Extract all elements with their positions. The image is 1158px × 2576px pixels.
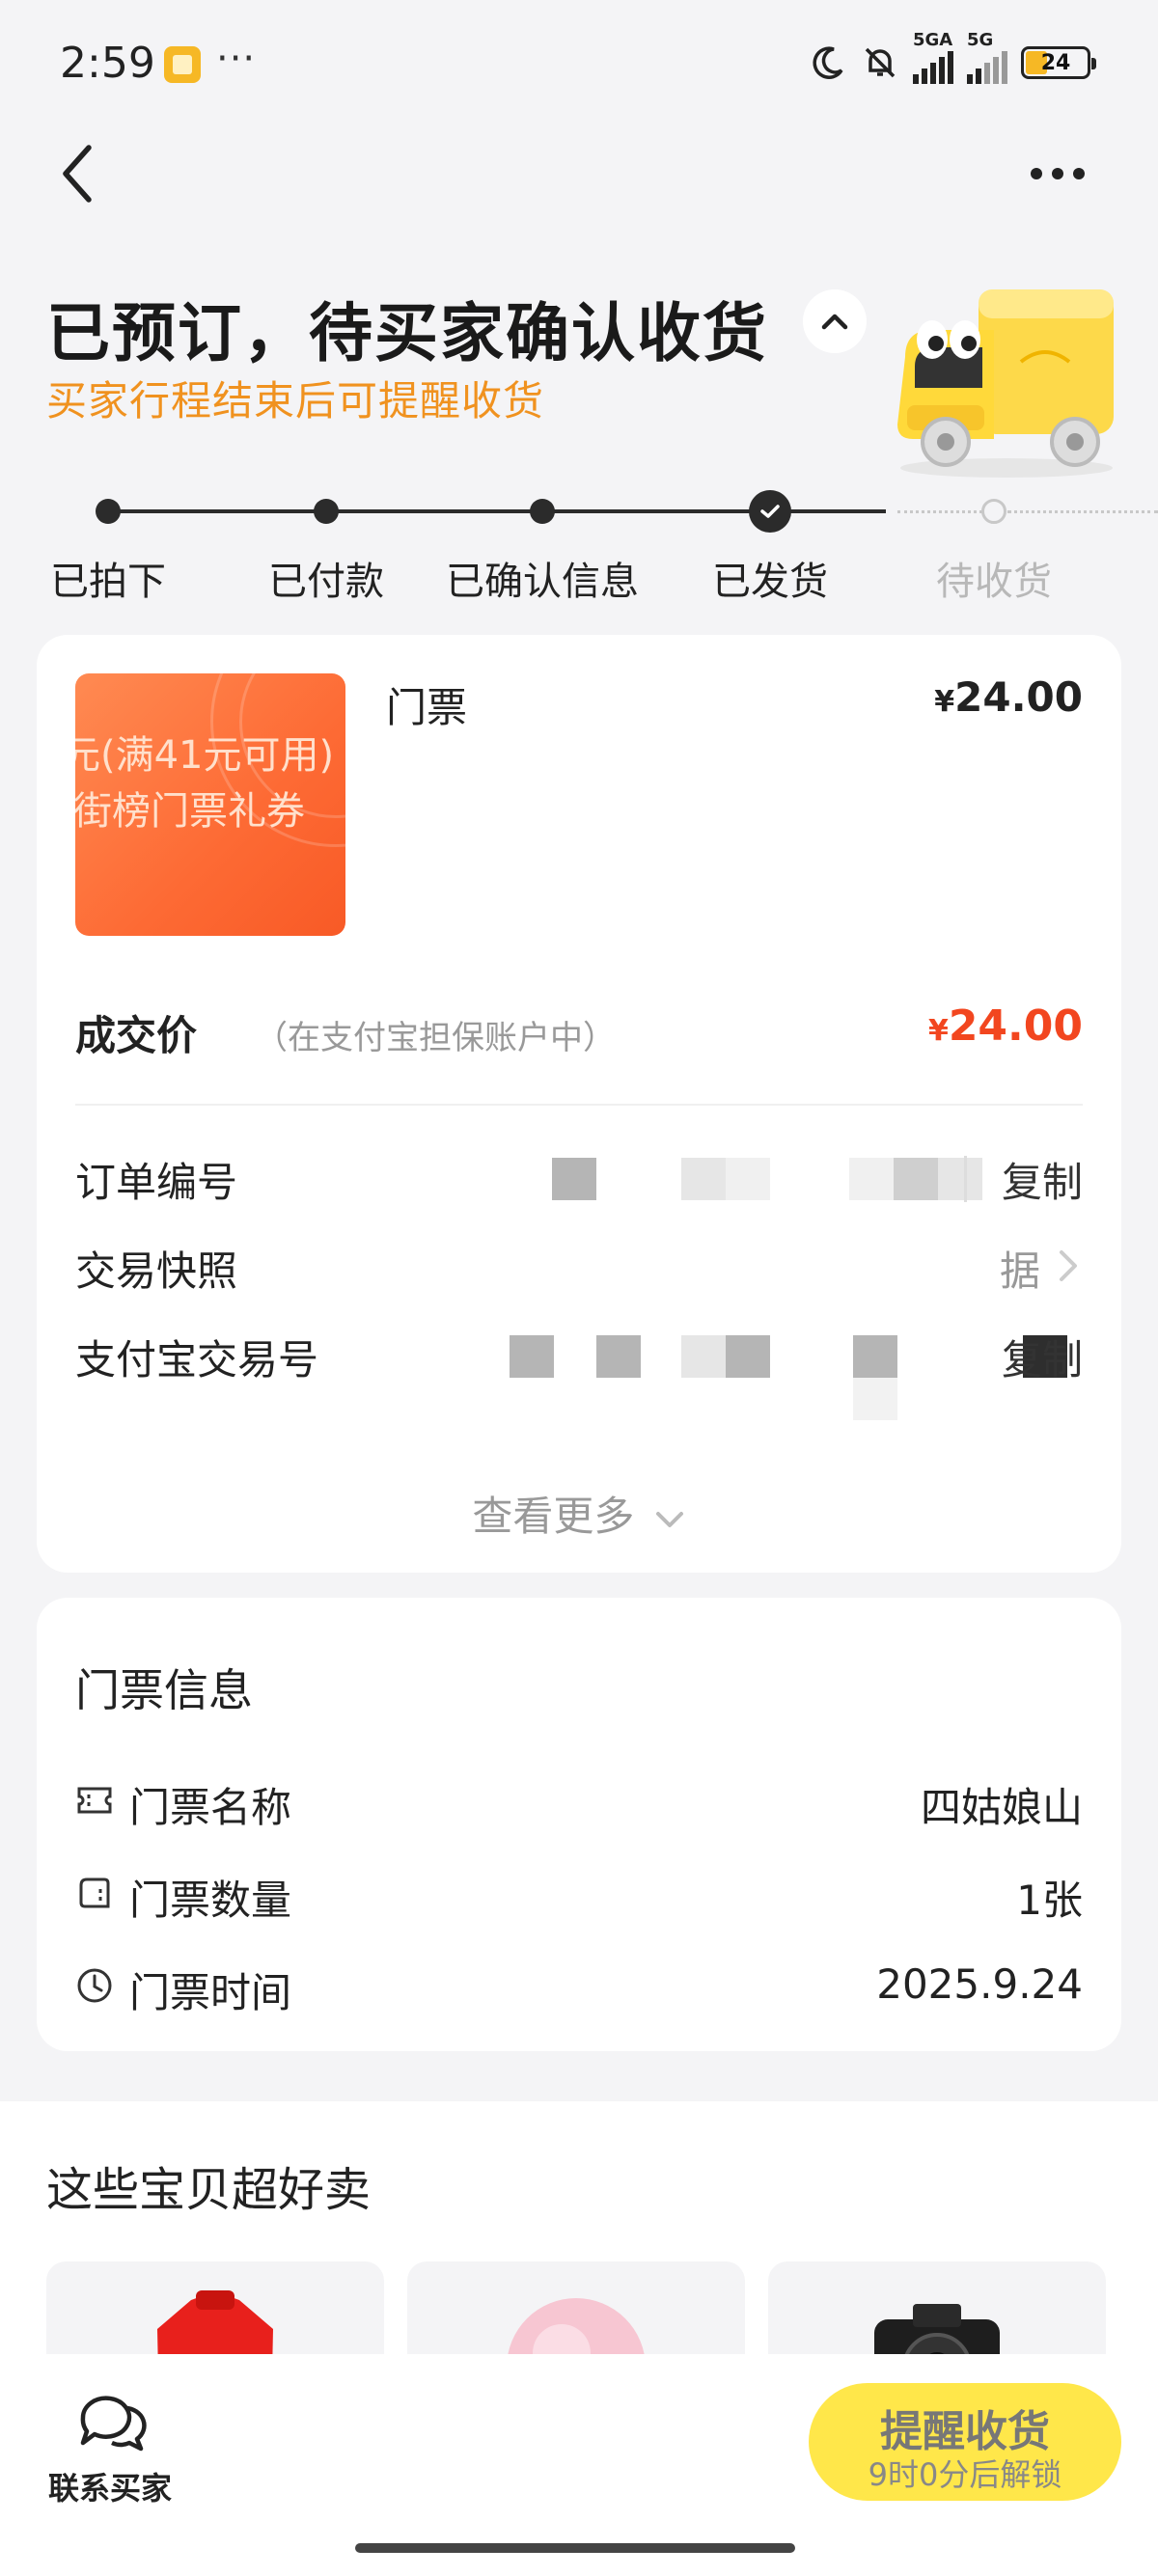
step-label: 已付款 xyxy=(268,560,384,604)
ticket-quantity-value: 1张 xyxy=(1016,1877,1083,1924)
chevron-up-icon xyxy=(821,314,848,330)
remind-receipt-button[interactable]: 提醒收货 9时0分后解锁 xyxy=(809,2383,1121,2501)
battery-level: 24 xyxy=(1040,50,1071,75)
product-image-text: 街榜门票礼券 xyxy=(75,789,305,834)
ticket-time-label: 门票时间 xyxy=(129,1969,292,2016)
product-image[interactable]: 元(满41元可用) 街榜门票礼券 xyxy=(75,673,345,936)
bell-muted-icon xyxy=(865,47,896,78)
signal-5g-icon: 5G xyxy=(967,30,1007,84)
progress-line xyxy=(108,509,326,513)
alipay-trade-number-row: 支付宝交易号 复制 xyxy=(75,1328,1083,1420)
step-dot-done xyxy=(96,499,121,524)
divider xyxy=(75,1104,1083,1106)
trade-snapshot-link[interactable]: 据 xyxy=(1000,1239,1040,1298)
redacted-block xyxy=(510,1335,554,1378)
redacted-block xyxy=(596,1335,641,1378)
trade-snapshot-row[interactable]: 交易快照 据 xyxy=(75,1239,1083,1297)
order-number-label: 订单编号 xyxy=(75,1159,238,1206)
chevron-right-icon xyxy=(1060,1250,1077,1281)
notes-app-icon xyxy=(164,46,201,83)
step-label: 已确认信息 xyxy=(446,560,639,604)
step-label: 待收货 xyxy=(936,560,1052,604)
redacted-block xyxy=(894,1158,938,1200)
home-indicator[interactable] xyxy=(355,2543,795,2553)
trade-snapshot-label: 交易快照 xyxy=(75,1247,238,1295)
moon-icon xyxy=(813,46,843,79)
step-check-icon xyxy=(749,490,791,533)
redacted-block xyxy=(853,1335,897,1378)
step-dot-done xyxy=(314,499,339,524)
deal-price-label: 成交价 xyxy=(75,1012,198,1059)
chevron-down-icon xyxy=(655,1511,683,1527)
remind-receipt-label: 提醒收货 xyxy=(880,2407,1050,2456)
status-bar: 2:59 ··· 5GA 5G 24 xyxy=(0,0,1158,130)
ticket-info-card: 门票信息 门票名称 四姑娘山 门票数量 1张 门票时间 2025.9.24 xyxy=(37,1598,1121,2051)
view-more-label: 查看更多 xyxy=(472,1493,635,1540)
delivery-truck-illustration xyxy=(897,289,1114,478)
redacted-block xyxy=(853,1378,897,1420)
remind-unlock-countdown: 9时0分后解锁 xyxy=(868,2456,1062,2493)
order-progress-tracker: 已拍下 已付款 已确认信息 已发货 待收货 xyxy=(0,482,1158,608)
redacted-block xyxy=(552,1158,596,1200)
ticket-name-value: 四姑娘山 xyxy=(920,1784,1083,1831)
signal-5ga-icon: 5GA xyxy=(913,30,953,84)
order-status-title: 已预订，待买家确认收货 xyxy=(46,296,768,370)
redacted-block xyxy=(726,1158,770,1200)
contact-buyer-label: 联系买家 xyxy=(47,2470,172,2507)
step-label: 已拍下 xyxy=(50,560,166,604)
battery-icon: 24 xyxy=(1021,46,1096,79)
product-name[interactable]: 门票 xyxy=(386,675,467,734)
progress-line xyxy=(326,509,542,513)
currency-symbol: ¥ xyxy=(934,685,955,719)
more-options-icon[interactable] xyxy=(1031,154,1098,193)
ticket-name-label: 门票名称 xyxy=(129,1784,292,1831)
copy-alipay-number-button[interactable]: 复制 xyxy=(1002,1328,1083,1386)
separator xyxy=(964,1156,967,1202)
redacted-block xyxy=(849,1158,894,1200)
status-time: 2:59 xyxy=(60,39,155,88)
status-indicators: 5GA 5G 24 xyxy=(809,30,1096,87)
ticket-quantity-label: 门票数量 xyxy=(129,1877,292,1924)
product-price: ¥24.00 xyxy=(934,673,1083,721)
order-details-card: 元(满41元可用) 街榜门票礼券 门票 ¥24.00 成交价 （在支付宝担保账户… xyxy=(37,635,1121,1573)
ticket-icon xyxy=(77,1787,112,1814)
step-dot-done xyxy=(530,499,555,524)
deal-price-value: 24.00 xyxy=(948,1001,1083,1051)
contact-buyer-button[interactable]: 联系买家 xyxy=(42,2389,178,2507)
copy-order-number-button[interactable]: 复制 xyxy=(1002,1150,1083,1209)
alipay-trade-number-label: 支付宝交易号 xyxy=(75,1336,319,1384)
deal-price-amount: ¥24.00 xyxy=(928,1001,1083,1051)
product-price-value: 24.00 xyxy=(954,673,1083,721)
product-image-text: 元(满41元可用) xyxy=(75,733,335,778)
recommendations-title: 这些宝贝超好卖 xyxy=(46,2163,372,2217)
more-notifications-icon: ··· xyxy=(216,37,257,81)
ticket-time-row: 门票时间 2025.9.24 xyxy=(75,1955,1083,2016)
ticket-time-value: 2025.9.24 xyxy=(876,1960,1083,2008)
currency-symbol: ¥ xyxy=(927,1014,949,1048)
chat-icon xyxy=(80,2396,147,2452)
collapse-status-button[interactable] xyxy=(803,289,867,353)
step-dot-pending xyxy=(981,499,1006,524)
redacted-block xyxy=(681,1158,726,1200)
signal-5g-label: 5G xyxy=(967,30,994,50)
clock-icon xyxy=(77,1968,112,2003)
progress-line-pending xyxy=(897,510,994,513)
order-status-subtitle: 买家行程结束后可提醒收货 xyxy=(46,377,545,425)
progress-line xyxy=(542,509,770,513)
order-number-row: 订单编号 复制 xyxy=(75,1150,1083,1208)
step-label: 已发货 xyxy=(712,560,828,604)
wallet-icon xyxy=(79,1877,110,1908)
view-more-button[interactable]: 查看更多 xyxy=(37,1484,1121,1543)
redacted-block xyxy=(938,1158,982,1200)
redacted-block xyxy=(726,1335,770,1378)
deal-price-note: （在支付宝担保账户中） xyxy=(255,1019,616,1057)
ticket-name-row: 门票名称 四姑娘山 xyxy=(75,1769,1083,1831)
progress-line-pending xyxy=(1007,510,1158,513)
signal-5ga-label: 5GA xyxy=(913,30,953,50)
redacted-block xyxy=(681,1335,726,1378)
ticket-info-title: 门票信息 xyxy=(75,1664,253,1716)
back-icon[interactable] xyxy=(54,140,102,207)
ticket-quantity-row: 门票数量 1张 xyxy=(75,1862,1083,1924)
